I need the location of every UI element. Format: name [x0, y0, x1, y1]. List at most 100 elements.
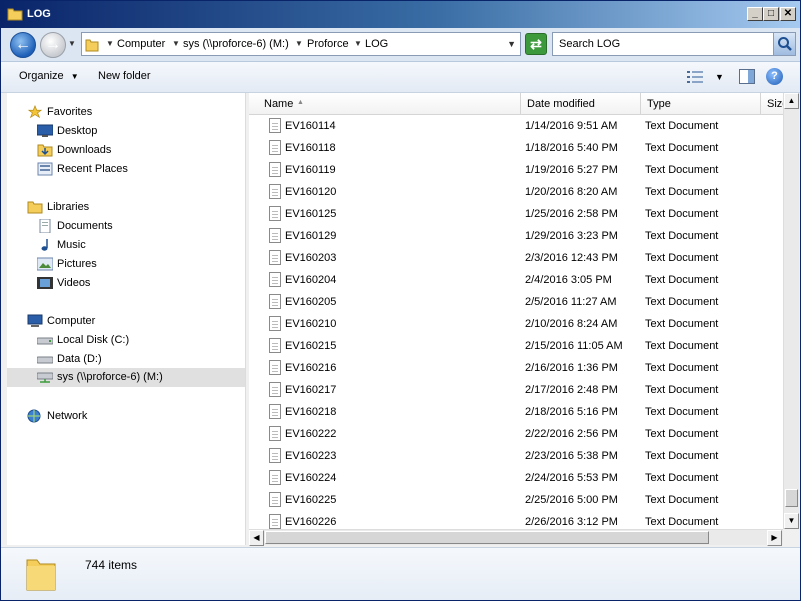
breadcrumb-proforce[interactable]: Proforce [307, 38, 349, 50]
breadcrumb-computer[interactable]: Computer [117, 38, 165, 50]
sidebar-item-label: Documents [57, 220, 113, 232]
search-input[interactable] [559, 37, 769, 51]
breadcrumb-drive[interactable]: sys (\\proforce-6) (M:) [183, 38, 289, 50]
text-document-icon [269, 338, 281, 353]
chevron-right-icon[interactable]: ▼ [295, 39, 303, 48]
downloads-icon [37, 144, 53, 157]
file-name: EV160215 [285, 340, 337, 352]
file-row[interactable]: EV160129 1/29/2016 3:23 PM Text Document [249, 225, 783, 247]
computer-icon [27, 314, 43, 327]
file-row[interactable]: EV160223 2/23/2016 5:38 PM Text Document [249, 445, 783, 467]
folder-icon [7, 8, 23, 21]
horizontal-scroll-thumb[interactable] [265, 531, 709, 544]
file-type: Text Document [645, 252, 719, 264]
refresh-button[interactable]: ⇄ [525, 33, 547, 55]
file-row[interactable]: EV160203 2/3/2016 12:43 PM Text Document [249, 247, 783, 269]
file-type: Text Document [645, 164, 719, 176]
back-button[interactable]: ← [10, 32, 36, 58]
file-row[interactable]: EV160125 1/25/2016 2:58 PM Text Document [249, 203, 783, 225]
file-row[interactable]: EV160226 2/26/2016 3:12 PM Text Document [249, 511, 783, 529]
chevron-right-icon[interactable]: ▼ [172, 39, 180, 48]
new-folder-button[interactable]: New folder [98, 70, 151, 82]
vertical-scrollbar[interactable]: ▲ ▼ [783, 93, 799, 529]
file-date-modified: 1/20/2016 8:20 AM [525, 186, 618, 198]
file-date-modified: 1/29/2016 3:23 PM [525, 230, 618, 242]
search-button[interactable] [773, 33, 795, 55]
text-document-icon [269, 272, 281, 287]
file-name: EV160120 [285, 186, 337, 198]
recent-places-icon [37, 162, 53, 176]
recent-pages-dropdown-icon[interactable]: ▼ [68, 39, 76, 48]
column-header-size[interactable]: Size [761, 93, 783, 115]
text-document-icon [269, 140, 281, 155]
file-type: Text Document [645, 274, 719, 286]
title-bar[interactable]: LOG _ □ ✕ [1, 1, 800, 28]
chevron-right-icon[interactable]: ▼ [354, 39, 362, 48]
change-view-icon[interactable] [687, 70, 703, 84]
forward-button[interactable]: → [40, 32, 66, 58]
text-document-icon [269, 470, 281, 485]
file-row[interactable]: EV160216 2/16/2016 1:36 PM Text Document [249, 357, 783, 379]
column-header-type[interactable]: Type [641, 93, 761, 115]
search-icon [777, 37, 792, 51]
file-row[interactable]: EV160224 2/24/2016 5:53 PM Text Document [249, 467, 783, 489]
sidebar-item-label: Pictures [57, 258, 97, 270]
file-date-modified: 2/25/2016 5:00 PM [525, 494, 618, 506]
file-row[interactable]: EV160217 2/17/2016 2:48 PM Text Document [249, 379, 783, 401]
search-box[interactable] [552, 32, 796, 56]
navigation-bar: ← → ▼ ▼ Computer ▼ sys (\\proforce-6) (M… [1, 28, 800, 62]
file-row[interactable]: EV160204 2/4/2016 3:05 PM Text Document [249, 269, 783, 291]
preview-pane-icon[interactable] [739, 69, 755, 84]
horizontal-scrollbar[interactable]: ◀ ▶ [249, 529, 783, 546]
view-options-dropdown-icon[interactable]: ▼ [715, 72, 724, 82]
sidebar-item-label: Downloads [57, 144, 112, 156]
sidebar-section-label: Network [47, 410, 88, 422]
maximize-button[interactable]: □ [763, 7, 779, 21]
file-row[interactable]: EV160118 1/18/2016 5:40 PM Text Document [249, 137, 783, 159]
file-row[interactable]: EV160205 2/5/2016 11:27 AM Text Document [249, 291, 783, 313]
organize-label: Organize [19, 70, 64, 82]
file-type: Text Document [645, 384, 719, 396]
scroll-up-button[interactable]: ▲ [784, 93, 799, 109]
file-row[interactable]: EV160215 2/15/2016 11:05 AM Text Document [249, 335, 783, 357]
file-row[interactable]: EV160119 1/19/2016 5:27 PM Text Document [249, 159, 783, 181]
file-type: Text Document [645, 230, 719, 242]
minimize-button[interactable]: _ [747, 7, 763, 21]
file-row[interactable]: EV160114 1/14/2016 9:51 AM Text Document [249, 115, 783, 137]
file-name: EV160226 [285, 516, 337, 528]
chevron-right-icon[interactable]: ▼ [106, 39, 114, 48]
file-name: EV160129 [285, 230, 337, 242]
breadcrumb-log[interactable]: LOG [365, 38, 388, 50]
text-document-icon [269, 492, 281, 507]
file-name: EV160114 [285, 120, 336, 132]
text-document-icon [269, 294, 281, 309]
file-name: EV160224 [285, 472, 337, 484]
file-row[interactable]: EV160120 1/20/2016 8:20 AM Text Document [249, 181, 783, 203]
file-type: Text Document [645, 186, 719, 198]
organize-button[interactable]: Organize ▼ [19, 70, 79, 82]
file-row[interactable]: EV160225 2/25/2016 5:00 PM Text Document [249, 489, 783, 511]
sidebar-item-network-drive[interactable]: sys (\\proforce-6) (M:) [7, 368, 245, 387]
column-header-date[interactable]: Date modified [521, 93, 641, 115]
scroll-right-button[interactable]: ▶ [767, 530, 782, 546]
file-date-modified: 2/22/2016 2:56 PM [525, 428, 618, 440]
file-name: EV160205 [285, 296, 337, 308]
network-icon [27, 409, 41, 423]
scroll-down-button[interactable]: ▼ [784, 513, 799, 529]
help-icon[interactable]: ? [766, 68, 783, 85]
vertical-scroll-thumb[interactable] [785, 489, 798, 507]
file-date-modified: 2/23/2016 5:38 PM [525, 450, 618, 462]
column-header-label: Date modified [527, 98, 595, 110]
close-button[interactable]: ✕ [780, 7, 796, 21]
file-name: EV160222 [285, 428, 337, 440]
column-header-name[interactable]: Name ▲ [249, 93, 521, 115]
file-row[interactable]: EV160222 2/22/2016 2:56 PM Text Document [249, 423, 783, 445]
star-icon [27, 105, 43, 119]
pictures-icon [37, 257, 53, 271]
address-dropdown-icon[interactable]: ▼ [507, 39, 516, 49]
file-row[interactable]: EV160218 2/18/2016 5:16 PM Text Document [249, 401, 783, 423]
address-bar[interactable]: ▼ Computer ▼ sys (\\proforce-6) (M:) ▼ P… [81, 32, 521, 56]
text-document-icon [269, 448, 281, 463]
scroll-left-button[interactable]: ◀ [249, 530, 264, 546]
file-row[interactable]: EV160210 2/10/2016 8:24 AM Text Document [249, 313, 783, 335]
